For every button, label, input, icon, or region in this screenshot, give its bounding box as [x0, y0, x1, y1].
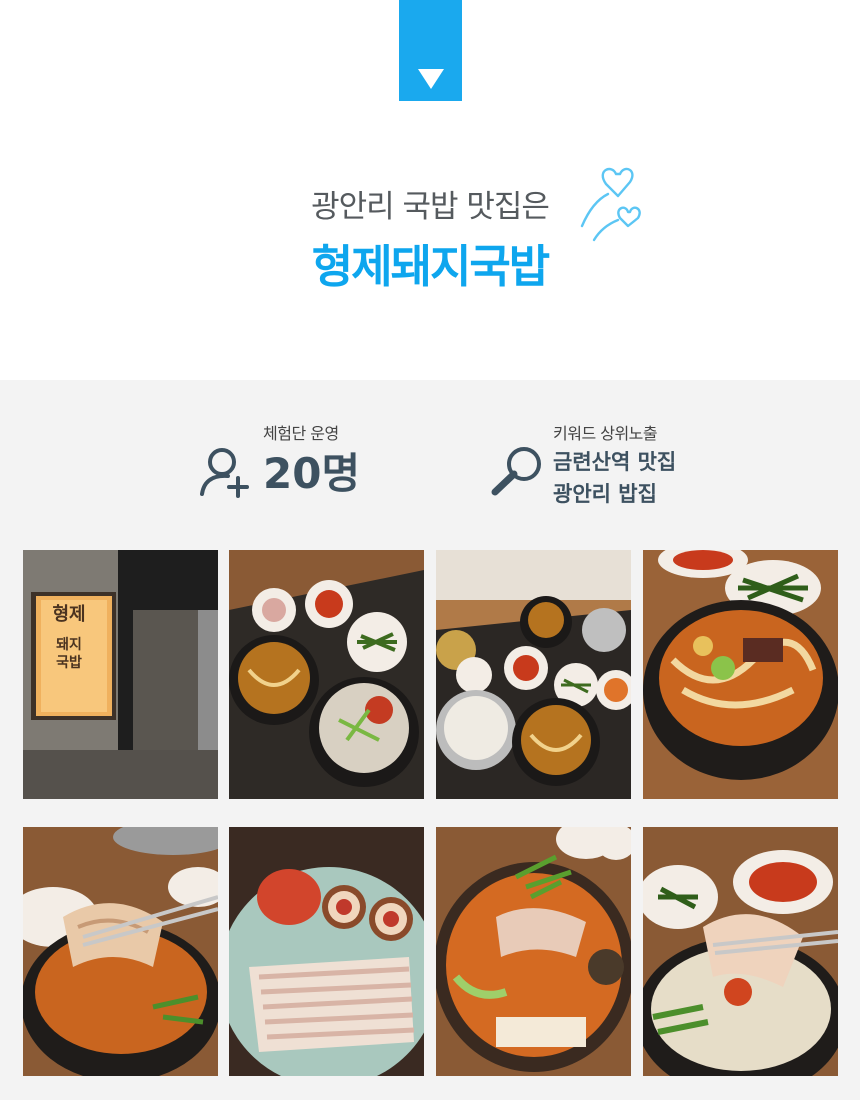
stat-value-keyword-2: 광안리 밥집: [553, 482, 657, 506]
stat-value-reviewers: 20명: [263, 449, 361, 498]
headline: 광안리 국밥 맛집은 형제돼지국밥: [0, 185, 860, 297]
stat-label-reviewers: 체험단 운영: [263, 424, 339, 443]
photo-gukbap-table-set: [229, 550, 424, 799]
signboard-line-3: 국밥: [56, 655, 82, 671]
photo-gukbap-with-chopsticks: [643, 827, 838, 1076]
photo-boiled-pork-platter: [229, 827, 424, 1076]
signboard-text: 형제 돼지 국밥: [46, 604, 92, 672]
user-plus-icon: [200, 448, 249, 498]
headline-title: 형제돼지국밥: [311, 240, 550, 293]
signboard-line-1: 형제: [52, 604, 86, 625]
search-icon: [491, 447, 541, 496]
stat-value-keyword-1: 금련산역 맛집: [553, 450, 677, 474]
photo-restaurant-signboard: [23, 550, 218, 799]
scroll-down-marker: [399, 0, 462, 101]
photo-rice-and-side-dishes: [436, 550, 631, 799]
photo-spicy-udon-stew: [643, 550, 838, 799]
hearts-icon: [580, 167, 641, 242]
stat-label-keywords: 키워드 상위노출: [553, 424, 658, 443]
signboard-line-2: 돼지: [56, 637, 82, 653]
photo-spicy-pork-stew-pot: [436, 827, 631, 1076]
headline-subtitle: 광안리 국밥 맛집은: [311, 189, 550, 225]
triangle-down-icon: [417, 69, 444, 89]
photo-pork-slice-lift: [23, 827, 218, 1076]
